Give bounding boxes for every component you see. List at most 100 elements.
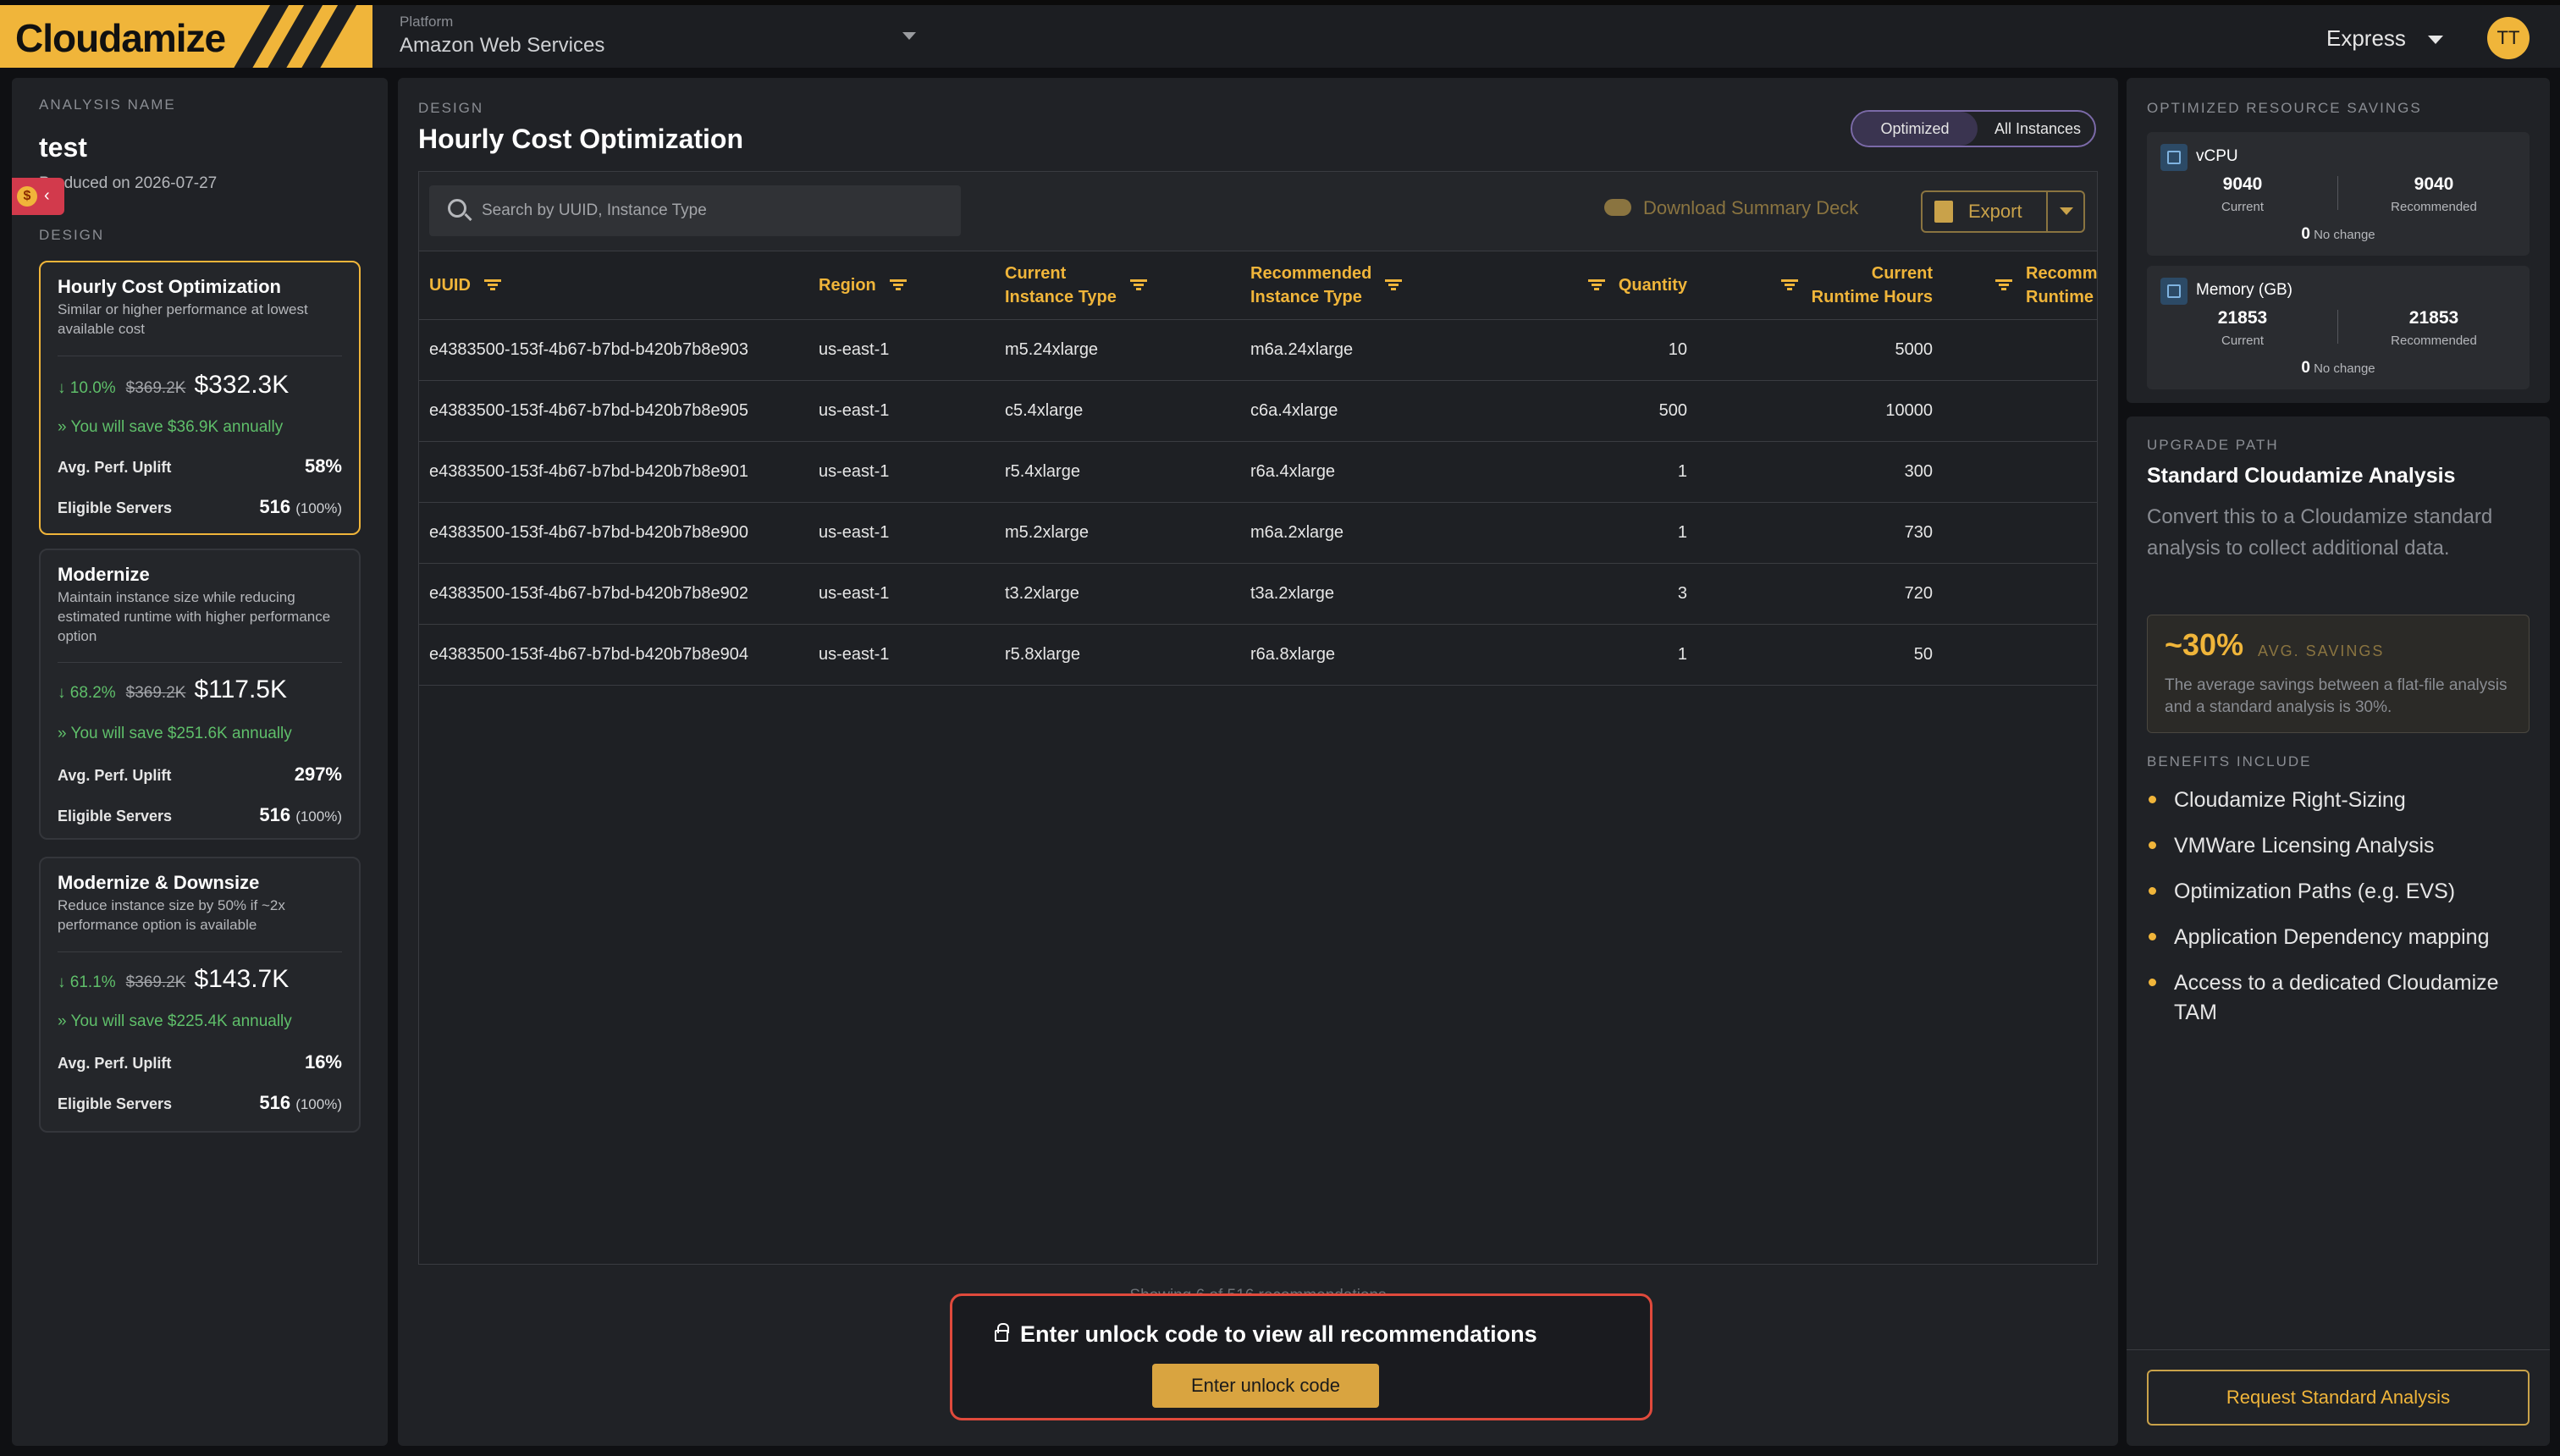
- upgrade-title: Standard Cloudamize Analysis: [2147, 464, 2456, 488]
- table-row[interactable]: e4383500-153f-4b67-b7bd-b420b7b8e900 us-e…: [419, 502, 2097, 564]
- perf-uplift-label: Avg. Perf. Uplift: [58, 767, 172, 784]
- platform-label: Platform: [400, 14, 454, 30]
- cloud-download-icon: [1604, 199, 1631, 216]
- col-quantity[interactable]: Quantity: [1486, 251, 1697, 320]
- cell-recommended-type: m6a.24xlarge: [1240, 319, 1486, 381]
- filter-icon[interactable]: [483, 279, 501, 292]
- main-panel: DESIGN Hourly Cost Optimization Optimize…: [398, 78, 2118, 1446]
- benefits-label: BENEFITS INCLUDE: [2147, 753, 2312, 769]
- perf-uplift-value: 297%: [294, 764, 342, 785]
- chevron-left-icon: ‹: [44, 186, 50, 205]
- brand-name: Cloudamize: [15, 16, 226, 60]
- list-item: Cloudamize Right-Sizing: [2147, 786, 2530, 815]
- eligible-servers-label: Eligible Servers: [58, 499, 173, 516]
- cell-quantity: 1: [1486, 441, 1697, 503]
- table-toolbar: Download Summary Deck Export: [419, 172, 2097, 251]
- request-standard-analysis-button[interactable]: Request Standard Analysis: [2147, 1370, 2530, 1426]
- perf-uplift-row: Avg. Perf. Uplift 297%: [58, 764, 342, 785]
- unlock-message: Enter unlock code to view all recommenda…: [995, 1321, 1537, 1348]
- savings-percent: ↓ 68.2%: [58, 684, 116, 702]
- download-summary-deck-button[interactable]: Download Summary Deck: [1604, 197, 1858, 219]
- platform-select[interactable]: Platform Amazon Web Services: [400, 14, 916, 63]
- vcpu-title: vCPU: [2196, 147, 2238, 165]
- eligible-servers-row: Eligible Servers 516 (100%): [58, 1092, 342, 1113]
- enter-unlock-code-button[interactable]: Enter unlock code: [1152, 1364, 1379, 1408]
- avatar[interactable]: TT: [2487, 17, 2530, 59]
- card-title: Hourly Cost Optimization: [58, 276, 281, 297]
- cell-current-type: c5.4xlarge: [995, 380, 1240, 442]
- filter-icon[interactable]: [1995, 279, 2012, 291]
- cell-region: us-east-1: [808, 319, 995, 381]
- col-recommended-runtime-hours[interactable]: RecommendedRuntime Hours: [1943, 251, 2097, 320]
- table-row[interactable]: e4383500-153f-4b67-b7bd-b420b7b8e902 us-e…: [419, 563, 2097, 625]
- chevron-down-icon[interactable]: [2060, 207, 2073, 215]
- upgrade-path-label: UPGRADE PATH: [2147, 437, 2279, 453]
- eligible-servers-row: Eligible Servers 516 (100%): [58, 804, 342, 825]
- annual-savings: » You will save $251.6K annually: [58, 725, 292, 742]
- cell-runtime: 50: [1697, 624, 1943, 686]
- avg-savings-percent: ~30%: [2165, 627, 2244, 662]
- col-current-instance-type[interactable]: Current Instance Type: [995, 251, 1240, 320]
- col-current-runtime-hours[interactable]: Current Runtime Hours: [1697, 251, 1943, 320]
- top-bar: Cloudamize Platform Amazon Web Services …: [0, 5, 2560, 68]
- left-sidebar: ANALYSIS NAME test Produced on 2026-07-2…: [12, 78, 388, 1446]
- cell-runtime: 720: [1697, 563, 1943, 625]
- design-label: DESIGN: [39, 227, 105, 243]
- toggle-all-instances[interactable]: All Instances: [1979, 112, 2094, 146]
- chevron-down-icon[interactable]: [2428, 36, 2443, 44]
- col-recommended-instance-type[interactable]: Recommended Instance Type: [1240, 251, 1486, 320]
- filter-icon[interactable]: [1129, 279, 1147, 291]
- cell-uuid: e4383500-153f-4b67-b7bd-b420b7b8e901: [419, 441, 808, 503]
- table-row[interactable]: e4383500-153f-4b67-b7bd-b420b7b8e905 us-e…: [419, 380, 2097, 442]
- recommendations-table: Download Summary Deck Export UUID Region…: [418, 171, 2098, 1265]
- collapse-sidebar-button[interactable]: $ ‹: [12, 178, 64, 215]
- download-label: Download Summary Deck: [1643, 197, 1859, 218]
- cell-quantity: 3: [1486, 563, 1697, 625]
- col-uuid[interactable]: UUID: [419, 251, 808, 320]
- view-toggle: Optimized All Instances: [1851, 110, 2096, 147]
- perf-uplift-value: 16%: [304, 1051, 342, 1073]
- cell-recommended-type: t3a.2xlarge: [1240, 563, 1486, 625]
- search-input[interactable]: [482, 185, 947, 236]
- filter-icon[interactable]: [1780, 279, 1798, 291]
- perf-uplift-value: 58%: [304, 455, 342, 477]
- cell-region: us-east-1: [808, 624, 995, 686]
- cell-quantity: 1: [1486, 624, 1697, 686]
- cell-quantity: 500: [1486, 380, 1697, 442]
- card-description: Similar or higher performance at lowest …: [58, 301, 308, 337]
- toggle-optimized[interactable]: Optimized: [1852, 112, 1978, 146]
- cell-runtime: 730: [1697, 502, 1943, 564]
- chevron-down-icon: [902, 32, 916, 40]
- plan-menu[interactable]: Express: [2326, 25, 2406, 52]
- cpu-icon: [2160, 144, 2188, 171]
- col-region[interactable]: Region: [808, 251, 995, 320]
- design-card-hourly-cost[interactable]: Hourly Cost Optimization Similar or high…: [39, 261, 361, 535]
- price-row: ↓ 10.0% $369.2K $332.3K: [58, 371, 289, 400]
- table-row[interactable]: e4383500-153f-4b67-b7bd-b420b7b8e901 us-e…: [419, 441, 2097, 503]
- cell-recommended-type: r6a.4xlarge: [1240, 441, 1486, 503]
- memory-title: Memory (GB): [2196, 281, 2292, 299]
- filter-icon[interactable]: [1385, 279, 1403, 291]
- vcpu-recommended: 9040 Recommended: [2391, 174, 2477, 214]
- cell-uuid: e4383500-153f-4b67-b7bd-b420b7b8e905: [419, 380, 808, 442]
- annual-savings: » You will save $36.9K annually: [58, 418, 284, 436]
- resource-savings-panel: OPTIMIZED RESOURCE SAVINGS vCPU 9040 Curr…: [2127, 78, 2550, 403]
- memory-recommended: 21853 Recommended: [2391, 308, 2477, 348]
- filter-icon[interactable]: [889, 279, 907, 292]
- card-title: Modernize: [58, 564, 150, 585]
- table-row[interactable]: e4383500-153f-4b67-b7bd-b420b7b8e903 us-e…: [419, 319, 2097, 381]
- export-button[interactable]: Export: [1921, 190, 2085, 233]
- vcpu-current: 9040 Current: [2221, 174, 2265, 214]
- new-price: $143.7K: [194, 965, 290, 993]
- dollar-coin-icon: $: [17, 186, 37, 207]
- cell-uuid: e4383500-153f-4b67-b7bd-b420b7b8e904: [419, 624, 808, 686]
- card-description: Reduce instance size by 50% if ~2x perfo…: [58, 897, 285, 933]
- filter-icon[interactable]: [1587, 279, 1605, 292]
- brand-logo[interactable]: Cloudamize: [0, 5, 372, 68]
- benefits-list: Cloudamize Right-Sizing VMWare Licensing…: [2147, 786, 2530, 1044]
- design-card-modernize[interactable]: Modernize Maintain instance size while r…: [39, 549, 361, 840]
- export-label: Export: [1968, 201, 2022, 222]
- cell-region: us-east-1: [808, 502, 995, 564]
- table-row[interactable]: e4383500-153f-4b67-b7bd-b420b7b8e904 us-e…: [419, 624, 2097, 686]
- design-card-modernize-downsize[interactable]: Modernize & Downsize Reduce instance siz…: [39, 857, 361, 1133]
